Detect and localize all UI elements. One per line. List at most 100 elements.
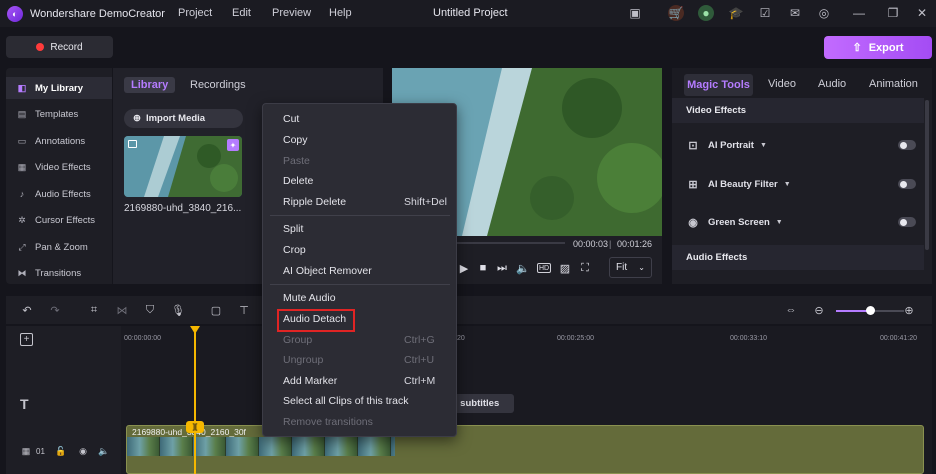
add-track-icon[interactable]: + <box>20 333 33 346</box>
media-name: 2169880-uhd_3840_216... <box>124 203 242 214</box>
text-box-icon[interactable]: ⊤ <box>237 303 251 317</box>
menu-item-mute-audio[interactable]: Mute Audio <box>283 292 336 304</box>
record-button[interactable]: Record <box>6 36 113 58</box>
record-label: Record <box>50 41 83 53</box>
split-icon[interactable]: ⋈ <box>115 303 129 317</box>
fullscreen-icon[interactable]: ⛶ <box>578 261 592 275</box>
highlight-box <box>277 309 355 332</box>
menu-help[interactable]: Help <box>329 7 352 19</box>
fit-select[interactable]: Fit ⌄ <box>609 257 652 278</box>
redo-icon[interactable]: ↷ <box>48 303 62 317</box>
nav-item-my-library[interactable]: ◧ My Library <box>6 77 112 99</box>
headset-icon[interactable]: ◎ <box>816 5 832 21</box>
microphone-icon[interactable]: 🎙 <box>171 303 185 317</box>
resolution-icon[interactable]: HD <box>537 263 551 273</box>
menu-item-copy[interactable]: Copy <box>283 134 308 146</box>
ruler-label: 20 <box>457 335 465 342</box>
project-title: Untitled Project <box>433 7 508 19</box>
export-button[interactable]: ⇧ Export <box>824 36 932 59</box>
fit-timeline-icon[interactable]: ⇔ <box>784 303 798 317</box>
annotation-icon: ▭ <box>17 135 27 146</box>
tab-magic-tools[interactable]: Magic Tools <box>684 74 753 96</box>
menu-preview[interactable]: Preview <box>272 7 311 19</box>
crop-icon[interactable]: ⌗ <box>87 303 101 317</box>
menu-item-cut[interactable]: Cut <box>283 113 299 125</box>
nav-item-pan-zoom[interactable]: ⤢ Pan & Zoom <box>6 236 112 258</box>
speaker-icon[interactable]: 🔈 <box>98 445 110 457</box>
tab-video[interactable]: Video <box>768 78 796 90</box>
close-icon[interactable]: ✕ <box>914 5 930 21</box>
menu-separator <box>270 215 450 216</box>
green-screen-toggle[interactable] <box>898 217 916 227</box>
play-icon[interactable]: ▶ <box>457 261 471 275</box>
menu-item-ungroup[interactable]: Ungroup <box>283 354 323 366</box>
caption-icon[interactable]: ▢ <box>209 303 223 317</box>
stop-icon[interactable]: ■ <box>476 261 490 275</box>
tab-recordings[interactable]: Recordings <box>190 79 246 91</box>
tab-library[interactable]: Library <box>124 77 176 93</box>
nav-item-cursor-effects[interactable]: ✲ Cursor Effects <box>6 209 112 231</box>
eye-icon[interactable]: ◉ <box>77 445 89 457</box>
next-frame-icon[interactable]: ⏭ <box>495 261 509 275</box>
menu-item-split[interactable]: Split <box>283 223 303 235</box>
playhead-split-icon[interactable]: ][ <box>186 421 204 433</box>
cursor-icon: ✲ <box>18 214 26 225</box>
effect-green-screen[interactable]: ◉ Green Screen ▼ <box>686 214 916 230</box>
zoom-in-icon[interactable]: ⊕ <box>902 303 916 317</box>
undo-icon[interactable]: ↶ <box>20 303 34 317</box>
menu-item-ripple-delete[interactable]: Ripple Delete <box>283 196 346 208</box>
mail-icon[interactable]: ✉ <box>787 5 803 21</box>
menu-item-ai-object-remover[interactable]: AI Object Remover <box>283 265 372 277</box>
cart-icon[interactable]: 🛒 <box>668 5 684 21</box>
minimize-icon[interactable]: — <box>851 5 867 21</box>
import-media-button[interactable]: ⊕ Import Media <box>124 109 243 128</box>
avatar[interactable]: ● <box>698 5 714 21</box>
pan-zoom-icon: ⤢ <box>18 241 26 252</box>
caret-down-icon[interactable]: ▼ <box>760 142 767 149</box>
ai-beauty-filter-toggle[interactable] <box>898 179 916 189</box>
upload-icon: ⇧ <box>852 42 862 54</box>
menu-edit[interactable]: Edit <box>232 7 251 19</box>
menu-project[interactable]: Project <box>178 7 212 19</box>
tab-animation[interactable]: Animation <box>869 78 918 90</box>
check-doc-icon[interactable]: ☑ <box>757 5 773 21</box>
right-panel-scrollbar[interactable] <box>925 100 929 250</box>
volume-icon[interactable]: 🔈 <box>516 261 530 275</box>
ruler-label: 00:00:41:20 <box>880 335 917 342</box>
menu-item-group[interactable]: Group <box>283 334 312 346</box>
feedback-icon[interactable]: ▣ <box>627 5 643 21</box>
effect-ai-portrait[interactable]: ⊡ AI Portrait ▼ <box>686 137 916 153</box>
menu-item-delete[interactable]: Delete <box>283 175 313 187</box>
menu-item-paste[interactable]: Paste <box>283 155 310 167</box>
caret-down-icon[interactable]: ▼ <box>784 181 791 188</box>
lock-icon[interactable]: 🔓 <box>55 445 67 457</box>
time-separator: | <box>609 239 612 249</box>
restore-icon[interactable]: ❐ <box>885 5 901 21</box>
zoom-slider-handle[interactable] <box>866 306 875 315</box>
ai-portrait-toggle[interactable] <box>898 140 916 150</box>
preview-progress-track[interactable] <box>455 242 565 244</box>
zoom-out-icon[interactable]: ⊖ <box>812 303 826 317</box>
menu-item-crop[interactable]: Crop <box>283 244 306 256</box>
caret-down-icon[interactable]: ▼ <box>776 219 783 226</box>
ruler-label: 00:00:25:00 <box>557 335 594 342</box>
nav-item-templates[interactable]: ▤ Templates <box>6 103 112 125</box>
menu-item-select-all-clips[interactable]: Select all Clips of this track <box>283 395 408 407</box>
effect-ai-beauty-filter[interactable]: ⊞ AI Beauty Filter ▼ <box>686 176 916 192</box>
snapshot-icon[interactable]: ▨ <box>558 261 572 275</box>
beauty-filter-icon: ⊞ <box>688 178 698 191</box>
menu-item-remove-transitions[interactable]: Remove transitions <box>283 416 373 428</box>
shield-icon[interactable]: ⛉ <box>143 303 157 317</box>
magic-badge-icon: ✦ <box>227 139 239 151</box>
nav-item-transitions[interactable]: ⧓ Transitions <box>6 262 112 284</box>
nav-item-video-effects[interactable]: ▦ Video Effects <box>6 156 112 178</box>
nav-item-annotations[interactable]: ▭ Annotations <box>6 130 112 152</box>
tab-audio[interactable]: Audio <box>818 78 846 90</box>
menu-item-add-marker[interactable]: Add Marker <box>283 375 337 387</box>
video-effects-section-title: Video Effects <box>672 98 924 123</box>
nav-item-audio-effects[interactable]: ♪ Audio Effects <box>6 183 112 205</box>
clip-filmstrip <box>127 437 395 456</box>
playhead[interactable] <box>194 327 196 474</box>
graduation-cap-icon[interactable]: 🎓 <box>728 5 744 21</box>
media-thumbnail[interactable] <box>124 136 242 197</box>
